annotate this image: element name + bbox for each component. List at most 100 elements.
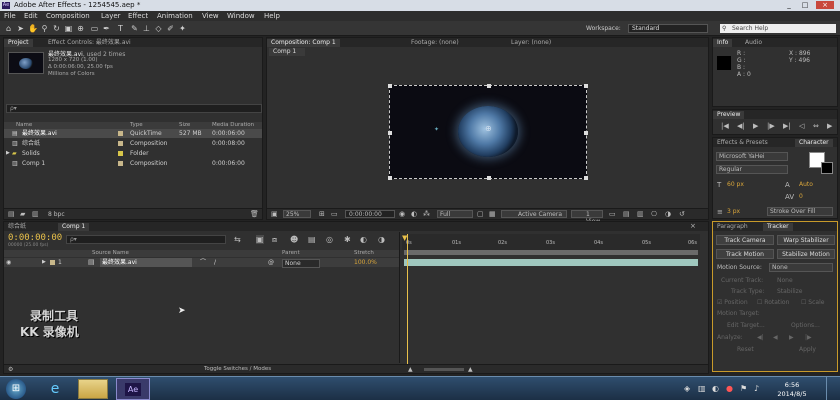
label-color-swatch[interactable] <box>118 141 123 146</box>
rectangle-tool-icon[interactable]: ▭ <box>90 24 99 33</box>
project-row[interactable]: ▥ 综合纸 Composition 0:00:08:00 <box>4 139 262 148</box>
start-button[interactable]: ⊞ <box>6 379 26 399</box>
shy-switch-icon[interactable]: ⌒ <box>200 258 206 267</box>
close-button[interactable]: × <box>816 1 834 9</box>
project-row[interactable]: ▶ ▰ Solids Folder <box>4 149 262 158</box>
tray-icon[interactable]: ◈ <box>684 384 690 393</box>
menu-effect[interactable]: Effect <box>128 12 148 20</box>
live-update-icon[interactable]: ▣ <box>256 235 264 244</box>
track-motion-button[interactable]: Track Motion <box>716 249 774 259</box>
loop-button[interactable]: ⇔ <box>813 122 819 130</box>
hand-tool-icon[interactable]: ✋ <box>28 24 38 33</box>
column-media-duration[interactable]: Media Duration <box>212 122 254 129</box>
tab-paragraph[interactable]: Paragraph <box>713 223 752 231</box>
label-color-swatch[interactable] <box>118 131 123 136</box>
zoom-tool-icon[interactable]: ⚲ <box>40 24 49 33</box>
pen-tool-icon[interactable]: ✒ <box>102 24 111 33</box>
explorer-taskbar-icon[interactable] <box>78 379 108 399</box>
tracking-value[interactable]: 0 <box>799 193 803 200</box>
toggle-switches-modes-button[interactable]: Toggle Switches / Modes <box>204 366 271 372</box>
parent-select[interactable]: None <box>282 259 320 268</box>
menu-layer[interactable]: Layer <box>101 12 121 20</box>
motion-blur-icon[interactable]: ◎ <box>326 235 333 244</box>
layer-row[interactable]: ◉ ▶ 1 ▤ 最终效果.avi ⌒ / @ None 100.0% <box>4 258 399 268</box>
stroke-over-fill-select[interactable]: Stroke Over Fill <box>767 207 833 216</box>
mute-audio-button[interactable]: ◁ <box>799 122 804 130</box>
tab-info[interactable]: Info <box>713 39 733 47</box>
transform-handle[interactable] <box>487 84 491 88</box>
visibility-eye-icon[interactable]: ◉ <box>6 258 11 267</box>
expand-triangle-icon[interactable]: ▶ <box>42 258 46 267</box>
analyze-forward-1-icon[interactable]: |▶ <box>805 334 812 341</box>
menu-view[interactable]: View <box>202 12 219 20</box>
menu-composition[interactable]: Composition <box>46 12 90 20</box>
home-tool-icon[interactable]: ⌂ <box>4 24 13 33</box>
always-preview-icon[interactable]: ▣ <box>271 210 278 218</box>
maximize-button[interactable]: □ <box>800 1 810 9</box>
flowchart-icon[interactable]: ⎔ <box>651 210 657 218</box>
transform-handle[interactable] <box>487 176 491 180</box>
transform-handle[interactable] <box>584 84 588 88</box>
tray-record-icon[interactable]: ● <box>726 384 733 393</box>
close-icon[interactable]: × <box>690 222 696 230</box>
roto-brush-tool-icon[interactable]: ✐ <box>166 24 175 33</box>
composition-viewer[interactable]: ⊕ ✦ <box>388 84 588 180</box>
tab-effects-presets[interactable]: Effects & Presets <box>713 139 772 147</box>
edit-target-button[interactable]: Edit Target... <box>727 322 765 329</box>
time-ruler[interactable]: 0s 01s 02s 03s 04s 05s 06s ▼ <box>402 234 700 250</box>
comp-mini-flowchart-icon[interactable]: ⇆ <box>234 235 241 244</box>
font-style-select[interactable]: Regular <box>716 165 788 174</box>
tab-audio[interactable]: Audio <box>741 39 766 47</box>
draft-3d-icon[interactable]: ⧈ <box>272 235 277 245</box>
zoom-slider[interactable] <box>424 368 464 371</box>
brainstorm-icon[interactable]: ✱ <box>344 235 351 244</box>
type-tool-icon[interactable]: T <box>116 24 125 33</box>
options-button[interactable]: Options... <box>791 322 820 329</box>
region-of-interest-icon[interactable]: ▢ <box>477 210 484 218</box>
transparency-grid-icon[interactable]: ▦ <box>489 210 496 218</box>
rotate-tool-icon[interactable]: ↻ <box>52 24 61 33</box>
camera-tool-icon[interactable]: ▣ <box>64 24 73 33</box>
new-folder-icon[interactable]: ▰ <box>20 210 25 218</box>
workspace-select[interactable]: Standard <box>628 24 708 33</box>
project-row[interactable]: ▥ Comp 1 Composition 0:00:06:00 <box>4 159 262 168</box>
transform-handle[interactable] <box>584 176 588 180</box>
font-size-value[interactable]: 60 px <box>727 181 744 188</box>
brush-tool-icon[interactable]: ✎ <box>130 24 139 33</box>
puppet-tool-icon[interactable]: ✦ <box>178 24 187 33</box>
timeline-search-input[interactable]: ρ▾ <box>66 235 226 244</box>
resolution-select[interactable]: Full <box>437 210 473 218</box>
clone-stamp-tool-icon[interactable]: ⊥ <box>142 24 151 33</box>
tab-comp-zonghe[interactable]: 综合纸 <box>4 223 30 231</box>
trash-icon[interactable]: 🗑 <box>250 210 259 218</box>
transform-handle[interactable] <box>388 84 392 88</box>
position-checkbox[interactable]: ☑ Position <box>717 299 748 306</box>
pickwhip-icon[interactable]: @ <box>268 258 274 267</box>
current-track-select[interactable]: None <box>777 277 793 284</box>
layer-name[interactable]: 最终效果.avi <box>100 258 192 267</box>
layer-duration-bar[interactable] <box>404 259 698 266</box>
project-search-input[interactable]: ρ▾ <box>6 104 262 113</box>
search-help-input[interactable]: ⚲ Search Help <box>720 24 836 33</box>
after-effects-taskbar-button[interactable]: Ae <box>116 378 150 400</box>
pixel-aspect-icon[interactable]: ▭ <box>609 210 616 218</box>
transform-handle[interactable] <box>584 131 588 135</box>
tray-volume-icon[interactable]: ◐ <box>712 384 719 393</box>
tab-project[interactable]: Project <box>4 39 33 47</box>
menu-window[interactable]: Window <box>227 12 255 20</box>
tray-network-icon[interactable]: ▥ <box>698 384 706 393</box>
track-camera-button[interactable]: Track Camera <box>716 235 774 245</box>
interpret-footage-icon[interactable]: ▤ <box>8 210 15 218</box>
layer-switches-icon[interactable]: ⚙ <box>8 366 13 373</box>
column-name[interactable]: Name <box>16 122 32 129</box>
anchor-point-icon[interactable]: ⊕ <box>485 124 492 133</box>
channel-icon[interactable]: ⁂ <box>423 210 430 218</box>
transform-handle[interactable] <box>388 131 392 135</box>
collapse-switch-icon[interactable]: / <box>214 258 216 267</box>
column-size[interactable]: Size <box>179 122 190 129</box>
analyze-forward-icon[interactable]: ▶ <box>789 334 794 341</box>
current-time-field[interactable]: 0:00:00:00 <box>345 210 395 218</box>
show-desktop-button[interactable] <box>826 377 838 400</box>
leading-value[interactable]: Auto <box>799 181 813 188</box>
tab-footage[interactable]: Footage: (none) <box>407 39 463 47</box>
